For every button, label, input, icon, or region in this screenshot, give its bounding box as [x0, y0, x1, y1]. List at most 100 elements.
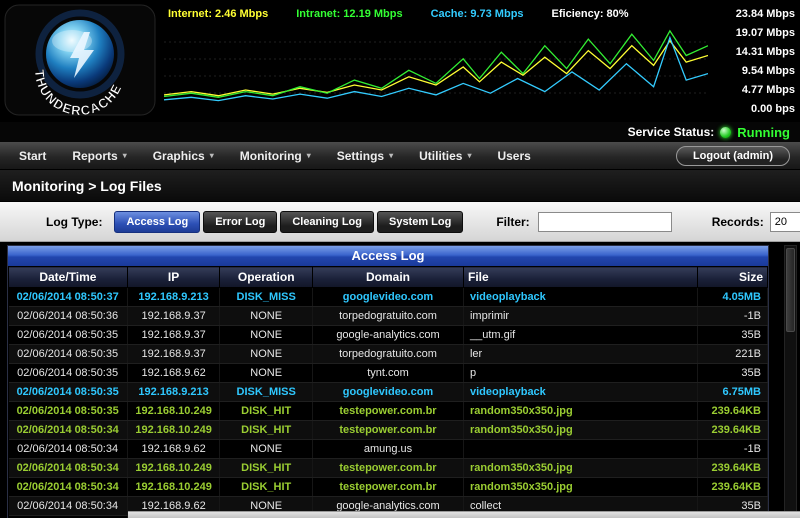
- column-header-file: File: [463, 267, 697, 288]
- navbar-items: StartReports▾Graphics▾Monitoring▾Setting…: [6, 142, 544, 169]
- vertical-scrollbar[interactable]: [784, 245, 797, 513]
- log-table-header-row: Date/TimeIPOperationDomainFileSize: [9, 267, 768, 288]
- cell-domain: testepower.com.br: [313, 402, 464, 421]
- cell-datetime: 02/06/2014 08:50:34: [9, 478, 128, 497]
- nav-item-reports[interactable]: Reports▾: [59, 142, 139, 169]
- chevron-down-icon: ▾: [467, 151, 471, 160]
- table-row: 02/06/2014 08:50:36192.168.9.37NONEtorpe…: [9, 307, 768, 326]
- table-row: 02/06/2014 08:50:35192.168.9.62NONEtynt.…: [9, 364, 768, 383]
- logout-button[interactable]: Logout (admin): [676, 146, 790, 166]
- log-table-region: Access Log Date/TimeIPOperationDomainFil…: [0, 242, 800, 518]
- service-status-bar: Service Status: Running: [0, 122, 800, 142]
- cell-file: ler: [463, 345, 697, 364]
- table-row: 02/06/2014 08:50:35192.168.9.37NONEtorpe…: [9, 345, 768, 364]
- horizontal-scrollbar[interactable]: [128, 511, 800, 518]
- cell-file: random350x350.jpg: [463, 402, 697, 421]
- log-table: Access Log Date/TimeIPOperationDomainFil…: [7, 245, 769, 518]
- graph-stat: Internet: 2.46 Mbps: [168, 8, 268, 20]
- cell-operation: NONE: [220, 326, 313, 345]
- cell-operation: DISK_MISS: [220, 288, 313, 307]
- cell-operation: DISK_HIT: [220, 402, 313, 421]
- cell-ip: 192.168.9.213: [127, 288, 220, 307]
- cell-operation: DISK_HIT: [220, 478, 313, 497]
- service-status-value: Running: [737, 125, 790, 140]
- cell-domain: testepower.com.br: [313, 421, 464, 440]
- cell-size: 221B: [697, 345, 767, 364]
- cell-size: 35B: [697, 364, 767, 383]
- cell-file: p: [463, 364, 697, 383]
- nav-item-monitoring[interactable]: Monitoring▾: [227, 142, 324, 169]
- cell-size: 239.64KB: [697, 459, 767, 478]
- table-row: 02/06/2014 08:50:37192.168.9.213DISK_MIS…: [9, 288, 768, 307]
- cell-size: -1B: [697, 440, 767, 459]
- cell-file: imprimir: [463, 307, 697, 326]
- log-type-button-system-log[interactable]: System Log: [377, 211, 463, 233]
- cell-file: random350x350.jpg: [463, 459, 697, 478]
- cell-size: 239.64KB: [697, 402, 767, 421]
- chevron-down-icon: ▾: [123, 151, 127, 160]
- column-header-ip: IP: [127, 267, 220, 288]
- cell-ip: 192.168.9.37: [127, 345, 220, 364]
- cell-domain: testepower.com.br: [313, 459, 464, 478]
- cell-ip: 192.168.9.37: [127, 307, 220, 326]
- log-type-button-access-log[interactable]: Access Log: [114, 211, 200, 233]
- table-row: 02/06/2014 08:50:35192.168.9.37NONEgoogl…: [9, 326, 768, 345]
- top-banner: THUNDERCACHE Internet: 2.46 MbpsIntranet…: [0, 0, 800, 122]
- cell-datetime: 02/06/2014 08:50:35: [9, 383, 128, 402]
- cell-operation: NONE: [220, 364, 313, 383]
- table-row: 02/06/2014 08:50:35192.168.9.213DISK_MIS…: [9, 383, 768, 402]
- nav-item-graphics[interactable]: Graphics▾: [140, 142, 227, 169]
- cell-file: [463, 440, 697, 459]
- nav-item-start[interactable]: Start: [6, 142, 59, 169]
- cell-size: 35B: [697, 326, 767, 345]
- log-type-button-cleaning-log[interactable]: Cleaning Log: [280, 211, 374, 233]
- axis-label: 23.84 Mbps: [736, 8, 795, 21]
- axis-label: 4.77 Mbps: [742, 84, 795, 97]
- thundercache-logo: THUNDERCACHE: [4, 4, 156, 116]
- cell-domain: torpedogratuito.com: [313, 345, 464, 364]
- axis-label: 9.54 Mbps: [742, 65, 795, 78]
- cell-domain: googlevideo.com: [313, 288, 464, 307]
- cell-operation: DISK_MISS: [220, 383, 313, 402]
- cell-file: videoplayback: [463, 288, 697, 307]
- cell-file: random350x350.jpg: [463, 421, 697, 440]
- log-type-button-error-log[interactable]: Error Log: [203, 211, 277, 233]
- cell-datetime: 02/06/2014 08:50:36: [9, 307, 128, 326]
- bandwidth-graph-panel: Internet: 2.46 MbpsIntranet: 12.19 MbpsC…: [164, 6, 710, 116]
- cell-file: videoplayback: [463, 383, 697, 402]
- scrollbar-thumb[interactable]: [786, 248, 795, 332]
- column-header-datetime: Date/Time: [9, 267, 128, 288]
- graph-stat: Cache: 9.73 Mbps: [431, 8, 524, 20]
- cell-datetime: 02/06/2014 08:50:35: [9, 326, 128, 345]
- cell-domain: tynt.com: [313, 364, 464, 383]
- status-dot-icon: [720, 127, 731, 138]
- table-row: 02/06/2014 08:50:34192.168.10.249DISK_HI…: [9, 421, 768, 440]
- filter-label: Filter:: [496, 215, 529, 229]
- cell-ip: 192.168.9.62: [127, 440, 220, 459]
- cell-domain: google-analytics.com: [313, 326, 464, 345]
- cell-ip: 192.168.10.249: [127, 421, 220, 440]
- cell-operation: DISK_HIT: [220, 459, 313, 478]
- axis-label: 14.31 Mbps: [736, 46, 795, 59]
- cell-datetime: 02/06/2014 08:50:37: [9, 288, 128, 307]
- cell-ip: 192.168.9.62: [127, 364, 220, 383]
- chevron-down-icon: ▾: [307, 151, 311, 160]
- nav-item-users[interactable]: Users: [484, 142, 543, 169]
- filter-bar: Log Type: Access LogError LogCleaning Lo…: [0, 202, 800, 242]
- nav-item-settings[interactable]: Settings▾: [324, 142, 406, 169]
- table-row: 02/06/2014 08:50:34192.168.9.62NONEamung…: [9, 440, 768, 459]
- cell-file: random350x350.jpg: [463, 478, 697, 497]
- table-row: 02/06/2014 08:50:34192.168.10.249DISK_HI…: [9, 459, 768, 478]
- cell-datetime: 02/06/2014 08:50:35: [9, 345, 128, 364]
- cell-domain: googlevideo.com: [313, 383, 464, 402]
- cell-domain: amung.us: [313, 440, 464, 459]
- bandwidth-graph: [164, 22, 708, 112]
- axis-labels: 23.84 Mbps 19.07 Mbps 14.31 Mbps 9.54 Mbps 4…: [736, 8, 795, 116]
- filter-input[interactable]: [538, 212, 672, 232]
- records-input[interactable]: [770, 212, 800, 232]
- nav-item-utilities[interactable]: Utilities▾: [406, 142, 484, 169]
- column-header-size: Size: [697, 267, 767, 288]
- axis-label: 19.07 Mbps: [736, 27, 795, 40]
- cell-size: 6.75MB: [697, 383, 767, 402]
- cell-operation: NONE: [220, 307, 313, 326]
